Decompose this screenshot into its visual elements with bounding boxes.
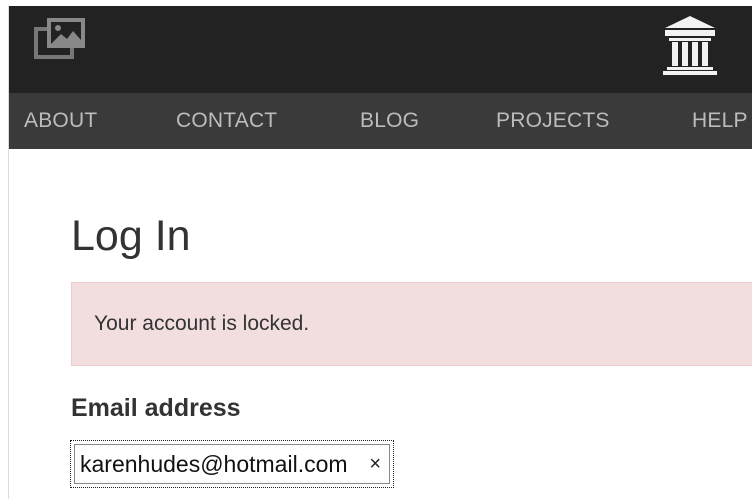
nav-item-help[interactable]: HELP (692, 93, 748, 149)
pictures-icon[interactable] (33, 16, 89, 62)
browser-viewport: ABOUT CONTACT BLOG PROJECTS HELP Log In … (8, 6, 752, 499)
close-icon[interactable]: × (369, 445, 381, 483)
main-nav: ABOUT CONTACT BLOG PROJECTS HELP (9, 93, 752, 149)
top-header (9, 6, 752, 93)
error-alert: Your account is locked. (71, 282, 752, 366)
email-field[interactable]: karenhudes@hotmail.com × (74, 444, 390, 484)
alert-message: Your account is locked. (94, 312, 310, 335)
email-value[interactable]: karenhudes@hotmail.com (80, 445, 360, 483)
building-columns-icon[interactable] (661, 14, 719, 76)
nav-item-contact[interactable]: CONTACT (176, 93, 277, 149)
page-title: Log In (71, 212, 191, 260)
email-label: Email address (71, 394, 241, 422)
email-focus-ring: karenhudes@hotmail.com × (70, 440, 394, 488)
nav-item-projects[interactable]: PROJECTS (496, 93, 610, 149)
nav-item-about[interactable]: ABOUT (24, 93, 97, 149)
nav-item-blog[interactable]: BLOG (360, 93, 419, 149)
